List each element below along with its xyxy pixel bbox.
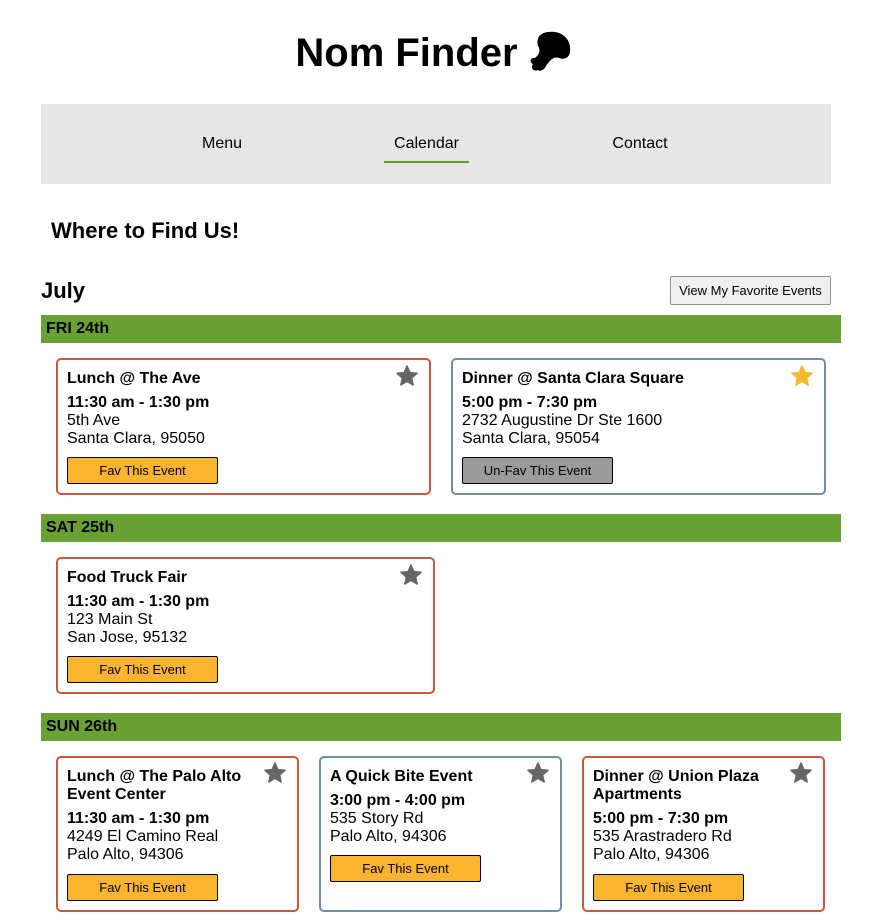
event-city: Palo Alto, 94306	[330, 828, 447, 845]
event-address: 535 Story Rd	[330, 810, 424, 827]
event-title: Food Truck Fair	[67, 569, 188, 586]
star-icon[interactable]	[395, 364, 419, 388]
site-title: Nom Finder	[295, 31, 518, 75]
event-card: Dinner @ Union Plaza Apartments 5:00 pm …	[582, 756, 825, 912]
event-card: Dinner @ Santa Clara Square 5:00 pm - 7:…	[451, 358, 826, 495]
unfav-event-button[interactable]: Un-Fav This Event	[462, 457, 613, 484]
main-nav: Menu Calendar Contact	[41, 104, 831, 184]
event-address: 123 Main St	[67, 611, 153, 628]
day-header-sun: SUN 26th	[41, 713, 841, 741]
event-title: Lunch @ The Ave	[67, 370, 201, 387]
fav-event-button[interactable]: Fav This Event	[67, 656, 218, 683]
event-time: 5:00 pm - 7:30 pm	[593, 810, 729, 827]
event-title-line: Apartments	[593, 786, 682, 803]
event-address: 2732 Augustine Dr Ste 1600	[462, 412, 663, 429]
event-title-line: Dinner @ Union Plaza	[593, 768, 759, 785]
fav-event-button[interactable]: Fav This Event	[67, 457, 218, 484]
event-title-line: Lunch @ The Palo Alto	[67, 768, 242, 785]
site-header: Nom Finder	[0, 28, 869, 78]
event-address: 5th Ave	[67, 412, 121, 429]
day-header-sat: SAT 25th	[41, 514, 841, 542]
event-city: Santa Clara, 95054	[462, 430, 600, 447]
event-time: 3:00 pm - 4:00 pm	[330, 792, 466, 809]
event-title-line: Event Center	[67, 786, 166, 803]
star-icon[interactable]	[526, 761, 550, 785]
event-time: 11:30 am - 1:30 pm	[67, 593, 210, 610]
event-time: 11:30 am - 1:30 pm	[67, 810, 210, 827]
view-favorites-button[interactable]: View My Favorite Events	[670, 276, 831, 305]
nav-item-contact[interactable]: Contact	[610, 104, 670, 184]
nav-item-menu[interactable]: Menu	[201, 104, 243, 184]
event-city: San Jose, 95132	[67, 629, 188, 646]
nav-item-calendar[interactable]: Calendar	[384, 104, 469, 184]
event-time: 11:30 am - 1:30 pm	[67, 394, 210, 411]
event-card: Food Truck Fair 11:30 am - 1:30 pm 123 M…	[56, 557, 435, 694]
event-city: Santa Clara, 95050	[67, 430, 205, 447]
event-title: Lunch @ The Palo Alto Event Center	[67, 768, 241, 804]
star-icon[interactable]	[789, 761, 813, 785]
event-title: Dinner @ Union Plaza Apartments	[593, 768, 759, 804]
fav-event-button[interactable]: Fav This Event	[593, 874, 744, 901]
event-address: 4249 El Camino Real	[67, 828, 219, 845]
star-icon[interactable]	[790, 364, 814, 388]
month-label: July	[41, 278, 86, 303]
event-city: Palo Alto, 94306	[593, 846, 710, 863]
event-card: Lunch @ The Palo Alto Event Center 11:30…	[56, 756, 299, 912]
star-icon[interactable]	[399, 563, 423, 587]
event-address: 535 Arastradero Rd	[593, 828, 732, 845]
event-title: Dinner @ Santa Clara Square	[462, 370, 684, 387]
page-heading: Where to Find Us!	[51, 218, 240, 243]
day-header-fri: FRI 24th	[41, 315, 841, 343]
event-card: A Quick Bite Event 3:00 pm - 4:00 pm 535…	[319, 756, 562, 912]
event-title: A Quick Bite Event	[330, 768, 473, 785]
fav-event-button[interactable]: Fav This Event	[67, 874, 218, 901]
drumstick-icon	[530, 31, 570, 71]
star-icon[interactable]	[263, 761, 287, 785]
fav-event-button[interactable]: Fav This Event	[330, 855, 481, 882]
event-card: Lunch @ The Ave 11:30 am - 1:30 pm 5th A…	[56, 358, 431, 495]
event-city: Palo Alto, 94306	[67, 846, 184, 863]
event-time: 5:00 pm - 7:30 pm	[462, 394, 598, 411]
